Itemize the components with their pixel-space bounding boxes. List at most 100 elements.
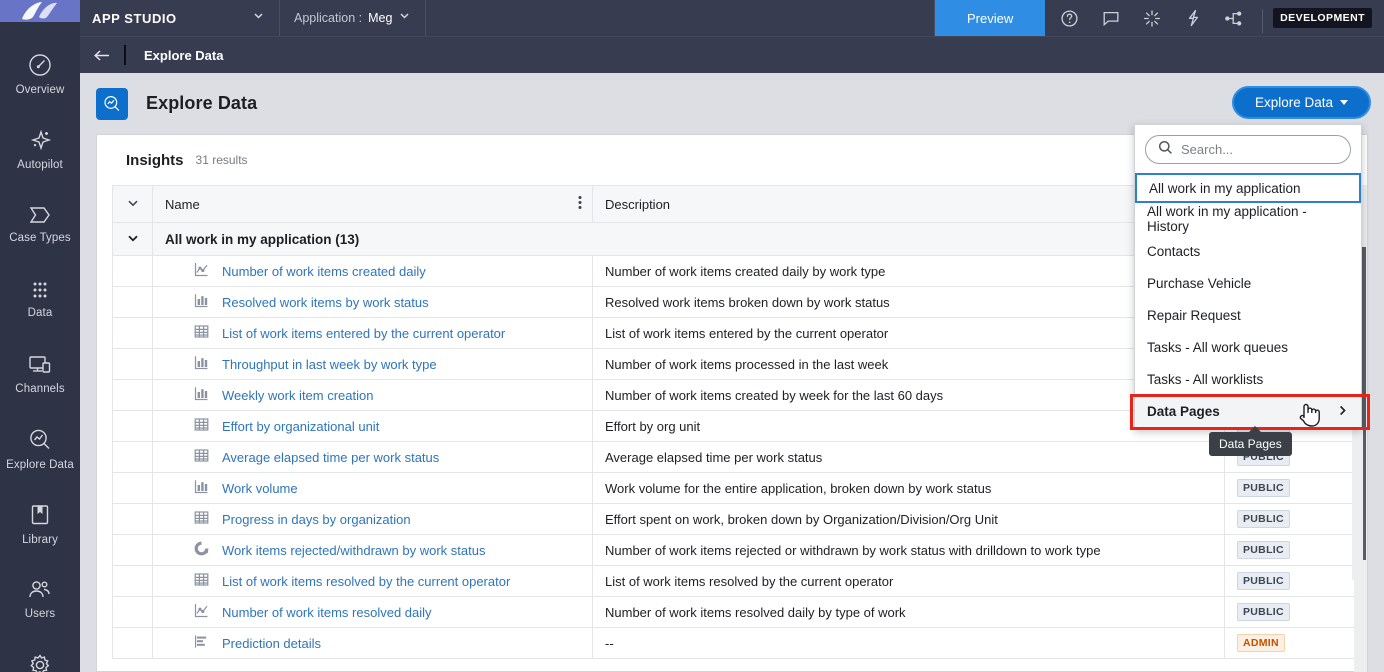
gauge-icon bbox=[29, 53, 51, 76]
insight-name-link[interactable]: Number of work items resolved daily bbox=[222, 605, 432, 620]
dropdown-item[interactable]: All work in my application - History bbox=[1135, 203, 1361, 235]
row-description-cell: List of work items resolved by the curre… bbox=[592, 565, 1225, 597]
row-name-cell: Work items rejected/withdrawn by work st… bbox=[152, 534, 593, 566]
dropdown-item[interactable]: Purchase Vehicle bbox=[1135, 267, 1361, 299]
expand-all-toggle[interactable] bbox=[112, 185, 153, 223]
hbar-chart-icon bbox=[193, 633, 210, 653]
chevron-down-icon bbox=[252, 9, 265, 27]
insight-name-link[interactable]: List of work items resolved by the curre… bbox=[222, 574, 510, 589]
table-row[interactable]: Average elapsed time per work status Aver… bbox=[112, 441, 1354, 473]
column-header-description-label: Description bbox=[605, 196, 671, 212]
explore-data-dropdown: All work in my application All work in my… bbox=[1134, 124, 1362, 429]
dropdown-item-label: Repair Request bbox=[1147, 307, 1241, 323]
sidebar-item-explore-data[interactable]: Explore Data bbox=[0, 411, 80, 486]
sidebar-item-autopilot[interactable]: Autopilot bbox=[0, 111, 80, 186]
page-icon bbox=[96, 87, 128, 120]
application-selector[interactable]: Application : Meg bbox=[280, 0, 427, 36]
sparkle-icon[interactable] bbox=[1131, 0, 1172, 36]
table-row[interactable]: Prediction details -- ADMIN bbox=[112, 627, 1354, 659]
dropdown-item[interactable]: Contacts bbox=[1135, 235, 1361, 267]
more-vertical-icon[interactable] bbox=[578, 195, 582, 214]
column-header-name[interactable]: Name bbox=[152, 185, 593, 223]
row-description-cell: List of work items entered by the curren… bbox=[592, 317, 1225, 349]
row-description-cell: -- bbox=[592, 627, 1225, 659]
application-value: Meg bbox=[368, 11, 393, 25]
sidebar-item-label: Explore Data bbox=[6, 458, 74, 471]
column-header-description[interactable]: Description bbox=[592, 185, 1225, 223]
row-description-cell: Number of work items created by week for… bbox=[592, 379, 1225, 411]
row-spacer-cell bbox=[112, 379, 153, 411]
row-description-cell: Effort by org unit bbox=[592, 410, 1225, 442]
sidebar-item-data[interactable]: Data bbox=[0, 261, 80, 336]
back-button[interactable] bbox=[80, 48, 124, 63]
insight-name-link[interactable]: Weekly work item creation bbox=[222, 388, 373, 403]
row-description-cell: Number of work items created daily by wo… bbox=[592, 255, 1225, 287]
insight-name-link[interactable]: Average elapsed time per work status bbox=[222, 450, 439, 465]
row-spacer-cell bbox=[112, 596, 153, 628]
dropdown-item[interactable]: Tasks - All worklists bbox=[1135, 363, 1361, 395]
app-studio-switcher[interactable]: APP STUDIO bbox=[80, 0, 280, 36]
donut-chart-icon bbox=[193, 540, 210, 560]
left-nav-rail: Overview Autopilot Case Types Data Chann… bbox=[0, 0, 80, 672]
sidebar-item-overview[interactable]: Overview bbox=[0, 36, 80, 111]
sidebar-item-case-types[interactable]: Case Types bbox=[0, 186, 80, 261]
app-logo[interactable] bbox=[0, 0, 80, 22]
help-icon[interactable] bbox=[1049, 0, 1090, 36]
row-description-cell: Resolved work items broken down by work … bbox=[592, 286, 1225, 318]
insight-name-link[interactable]: Resolved work items by work status bbox=[222, 295, 429, 310]
branch-icon[interactable] bbox=[1213, 0, 1254, 36]
row-name-cell: Progress in days by organization bbox=[152, 503, 593, 535]
table-row[interactable]: Number of work items resolved daily Numbe… bbox=[112, 596, 1354, 628]
dropdown-item-label: Purchase Vehicle bbox=[1147, 275, 1252, 291]
sidebar-item-label: Users bbox=[24, 607, 56, 620]
preview-button[interactable]: Preview bbox=[935, 0, 1046, 36]
sidebar-item-library[interactable]: Library bbox=[0, 486, 80, 561]
dropdown-item[interactable]: Tasks - All work queues bbox=[1135, 331, 1361, 363]
row-name-cell: List of work items resolved by the curre… bbox=[152, 565, 593, 597]
row-description-cell: Number of work items processed in the la… bbox=[592, 348, 1225, 380]
table-row[interactable]: Work volume Work volume for the entire ap… bbox=[112, 472, 1354, 504]
insight-name-link[interactable]: List of work items entered by the curren… bbox=[222, 326, 505, 341]
users-icon bbox=[29, 580, 50, 597]
dropdown-item[interactable]: All work in my application bbox=[1135, 173, 1361, 203]
sidebar-item-settings[interactable]: Settings bbox=[0, 636, 80, 672]
book-icon bbox=[31, 504, 49, 524]
sidebar-item-label: Case Types bbox=[9, 231, 71, 244]
top-bar: APP STUDIO Application : Meg Preview DEV… bbox=[80, 0, 1384, 36]
insight-name-link[interactable]: Prediction details bbox=[222, 636, 321, 651]
table-row[interactable]: Progress in days by organization Effort s… bbox=[112, 503, 1354, 535]
dropdown-item-label: Data Pages bbox=[1147, 404, 1220, 419]
bar-chart-icon bbox=[193, 385, 210, 405]
chat-icon[interactable] bbox=[1090, 0, 1131, 36]
dropdown-item[interactable]: Repair Request bbox=[1135, 299, 1361, 331]
row-badge-cell: PUBLIC bbox=[1224, 565, 1354, 597]
row-spacer-cell bbox=[112, 255, 153, 287]
insight-name-link[interactable]: Work items rejected/withdrawn by work st… bbox=[222, 543, 485, 558]
insight-name-link[interactable]: Work volume bbox=[222, 481, 298, 496]
status-badge: ADMIN bbox=[1237, 634, 1285, 652]
sidebar-item-channels[interactable]: Channels bbox=[0, 336, 80, 411]
dropdown-search-box[interactable] bbox=[1145, 135, 1351, 164]
dropdown-item[interactable]: Data Pages bbox=[1135, 395, 1361, 428]
lightning-icon[interactable] bbox=[1172, 0, 1213, 36]
row-spacer-cell bbox=[112, 472, 153, 504]
bar-chart-icon bbox=[193, 354, 210, 374]
explore-data-button[interactable]: Explore Data bbox=[1232, 86, 1371, 119]
dropdown-scroll-strip bbox=[1352, 430, 1363, 580]
status-badge: PUBLIC bbox=[1237, 479, 1290, 497]
row-name-cell: List of work items entered by the curren… bbox=[152, 317, 593, 349]
table-icon bbox=[193, 416, 210, 436]
insight-name-link[interactable]: Throughput in last week by work type bbox=[222, 357, 437, 372]
table-row[interactable]: Work items rejected/withdrawn by work st… bbox=[112, 534, 1354, 566]
insight-name-link[interactable]: Effort by organizational unit bbox=[222, 419, 379, 434]
row-spacer-cell bbox=[112, 410, 153, 442]
group-collapse-toggle[interactable] bbox=[112, 222, 153, 256]
insights-title: Insights bbox=[126, 151, 184, 169]
row-description-cell: Work volume for the entire application, … bbox=[592, 472, 1225, 504]
table-row[interactable]: List of work items resolved by the curre… bbox=[112, 565, 1354, 597]
insight-name-link[interactable]: Number of work items created daily bbox=[222, 264, 426, 279]
sidebar-item-users[interactable]: Users bbox=[0, 561, 80, 636]
insight-name-link[interactable]: Progress in days by organization bbox=[222, 512, 411, 527]
row-badge-cell: PUBLIC bbox=[1224, 596, 1354, 628]
search-input[interactable] bbox=[1181, 142, 1338, 157]
